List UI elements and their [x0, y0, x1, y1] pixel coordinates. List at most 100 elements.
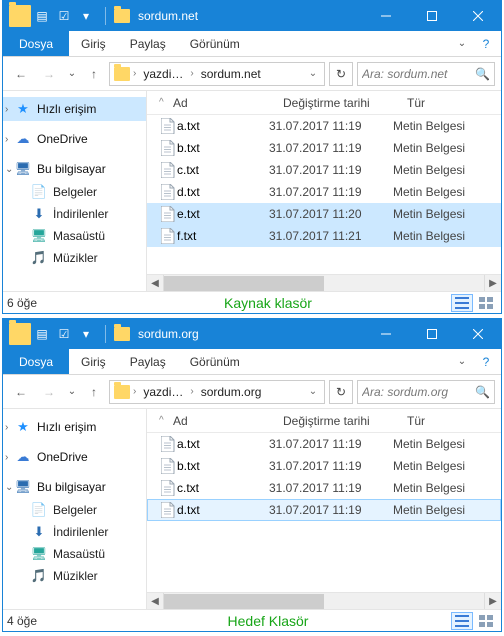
refresh-button[interactable]: ↻ — [329, 62, 353, 86]
tree-caret-icon[interactable]: › — [5, 422, 8, 433]
minimize-button[interactable] — [363, 1, 409, 31]
tree-caret-icon[interactable]: › — [5, 452, 8, 463]
ribbon-expand-button[interactable]: ⌄ — [453, 38, 471, 49]
tree-caret-icon[interactable]: › — [5, 104, 8, 115]
sidebar-item[interactable]: ⬇ İndirilenler — [3, 521, 146, 543]
ribbon-expand-button[interactable]: ⌄ — [453, 356, 471, 367]
nav-history-button[interactable]: ⌄ — [65, 62, 79, 86]
tab-file[interactable]: Dosya — [3, 349, 69, 374]
column-date[interactable]: Değiştirme tarihi — [283, 96, 407, 110]
sidebar-quick-access[interactable]: › ★ Hızlı erişim — [3, 97, 146, 121]
sidebar-item[interactable]: ⬇ İndirilenler — [3, 203, 146, 225]
sidebar-this-pc[interactable]: ⌄ 🖥 Bu bilgisayar — [3, 157, 146, 181]
ribbon-help-button[interactable]: ? — [477, 355, 495, 369]
scroll-thumb[interactable] — [164, 594, 324, 609]
file-row[interactable]: c.txt 31.07.2017 11:19 Metin Belgesi — [147, 159, 501, 181]
qa-properties-button[interactable]: ▤ — [31, 5, 53, 27]
tab-share[interactable]: Paylaş — [118, 31, 178, 56]
column-headers[interactable]: ^ Ad Değiştirme tarihi Tür — [147, 409, 501, 433]
horizontal-scrollbar[interactable]: ◀ ▶ — [147, 274, 501, 291]
qa-overflow-button[interactable]: ▾ — [75, 5, 97, 27]
column-name[interactable]: Ad — [173, 96, 283, 110]
minimize-button[interactable] — [363, 319, 409, 349]
file-row[interactable]: f.txt 31.07.2017 11:21 Metin Belgesi — [147, 225, 501, 247]
scroll-right-button[interactable]: ▶ — [484, 275, 501, 292]
scroll-left-button[interactable]: ◀ — [147, 275, 164, 292]
maximize-button[interactable] — [409, 319, 455, 349]
nav-back-button[interactable]: ← — [9, 380, 33, 404]
tab-share[interactable]: Paylaş — [118, 349, 178, 374]
breadcrumb-segment[interactable]: sordum.net — [197, 67, 265, 81]
nav-forward-button[interactable]: → — [37, 380, 61, 404]
file-row[interactable]: a.txt 31.07.2017 11:19 Metin Belgesi — [147, 433, 501, 455]
nav-history-button[interactable]: ⌄ — [65, 380, 79, 404]
chevron-right-icon[interactable]: › — [132, 386, 137, 397]
sidebar-this-pc[interactable]: ⌄ 🖥 Bu bilgisayar — [3, 475, 146, 499]
horizontal-scrollbar[interactable]: ◀ ▶ — [147, 592, 501, 609]
breadcrumb-segment[interactable]: yazdi… — [139, 385, 187, 399]
breadcrumb-segment[interactable]: yazdi… — [139, 67, 187, 81]
column-type[interactable]: Tür — [407, 414, 501, 428]
large-icons-view-button[interactable] — [475, 612, 497, 630]
chevron-right-icon[interactable]: › — [132, 68, 137, 79]
scroll-right-button[interactable]: ▶ — [484, 593, 501, 610]
qa-overflow-button[interactable]: ▾ — [75, 323, 97, 345]
title-bar[interactable]: ▤ ☑ ▾ sordum.net — [3, 1, 501, 31]
scroll-left-button[interactable]: ◀ — [147, 593, 164, 610]
tab-home[interactable]: Giriş — [69, 31, 118, 56]
qa-checkbox-button[interactable]: ☑ — [53, 323, 75, 345]
tree-caret-icon[interactable]: ⌄ — [5, 482, 13, 493]
column-type[interactable]: Tür — [407, 96, 501, 110]
tree-caret-icon[interactable]: › — [5, 134, 8, 145]
sidebar-item[interactable]: 🎵 Müzikler — [3, 247, 146, 269]
title-bar[interactable]: ▤ ☑ ▾ sordum.org — [3, 319, 501, 349]
tab-view[interactable]: Görünüm — [178, 31, 252, 56]
address-dropdown-button[interactable]: ⌄ — [304, 68, 322, 79]
header-up-icon[interactable]: ^ — [159, 415, 173, 426]
file-row[interactable]: b.txt 31.07.2017 11:19 Metin Belgesi — [147, 455, 501, 477]
details-view-button[interactable] — [451, 612, 473, 630]
sidebar-item[interactable]: 🎵 Müzikler — [3, 565, 146, 587]
tree-caret-icon[interactable]: ⌄ — [5, 164, 13, 175]
sidebar-item[interactable]: 📄 Belgeler — [3, 181, 146, 203]
address-bar[interactable]: › yazdi… › sordum.org ⌄ — [109, 380, 325, 404]
nav-back-button[interactable]: ← — [9, 62, 33, 86]
large-icons-view-button[interactable] — [475, 294, 497, 312]
search-box[interactable]: Ara: sordum.net 🔍 — [357, 62, 495, 86]
sidebar-quick-access[interactable]: › ★ Hızlı erişim — [3, 415, 146, 439]
sidebar-item[interactable]: 🖥 Masaüstü — [3, 543, 146, 565]
file-row[interactable]: b.txt 31.07.2017 11:19 Metin Belgesi — [147, 137, 501, 159]
search-box[interactable]: Ara: sordum.org 🔍 — [357, 380, 495, 404]
column-name[interactable]: Ad — [173, 414, 283, 428]
sidebar-item[interactable]: 📄 Belgeler — [3, 499, 146, 521]
breadcrumb-segment[interactable]: sordum.org — [197, 385, 266, 399]
qa-properties-button[interactable]: ▤ — [31, 323, 53, 345]
refresh-button[interactable]: ↻ — [329, 380, 353, 404]
header-up-icon[interactable]: ^ — [159, 97, 173, 108]
close-button[interactable] — [455, 1, 501, 31]
chevron-right-icon[interactable]: › — [189, 386, 194, 397]
tab-view[interactable]: Görünüm — [178, 349, 252, 374]
file-row[interactable]: a.txt 31.07.2017 11:19 Metin Belgesi — [147, 115, 501, 137]
tab-file[interactable]: Dosya — [3, 31, 69, 56]
nav-forward-button[interactable]: → — [37, 62, 61, 86]
address-bar[interactable]: › yazdi… › sordum.net ⌄ — [109, 62, 325, 86]
sidebar-onedrive[interactable]: › ☁ OneDrive — [3, 127, 146, 151]
qa-checkbox-button[interactable]: ☑ — [53, 5, 75, 27]
file-row[interactable]: e.txt 31.07.2017 11:20 Metin Belgesi — [147, 203, 501, 225]
file-row[interactable]: c.txt 31.07.2017 11:19 Metin Belgesi — [147, 477, 501, 499]
file-row[interactable]: d.txt 31.07.2017 11:19 Metin Belgesi — [147, 181, 501, 203]
nav-up-button[interactable]: ↑ — [83, 63, 105, 85]
scroll-thumb[interactable] — [164, 276, 324, 291]
tab-home[interactable]: Giriş — [69, 349, 118, 374]
sidebar-onedrive[interactable]: › ☁ OneDrive — [3, 445, 146, 469]
address-dropdown-button[interactable]: ⌄ — [304, 386, 322, 397]
maximize-button[interactable] — [409, 1, 455, 31]
column-date[interactable]: Değiştirme tarihi — [283, 414, 407, 428]
file-row[interactable]: d.txt 31.07.2017 11:19 Metin Belgesi — [147, 499, 501, 521]
column-headers[interactable]: ^ Ad Değiştirme tarihi Tür — [147, 91, 501, 115]
close-button[interactable] — [455, 319, 501, 349]
sidebar-item[interactable]: 🖥 Masaüstü — [3, 225, 146, 247]
nav-up-button[interactable]: ↑ — [83, 381, 105, 403]
details-view-button[interactable] — [451, 294, 473, 312]
